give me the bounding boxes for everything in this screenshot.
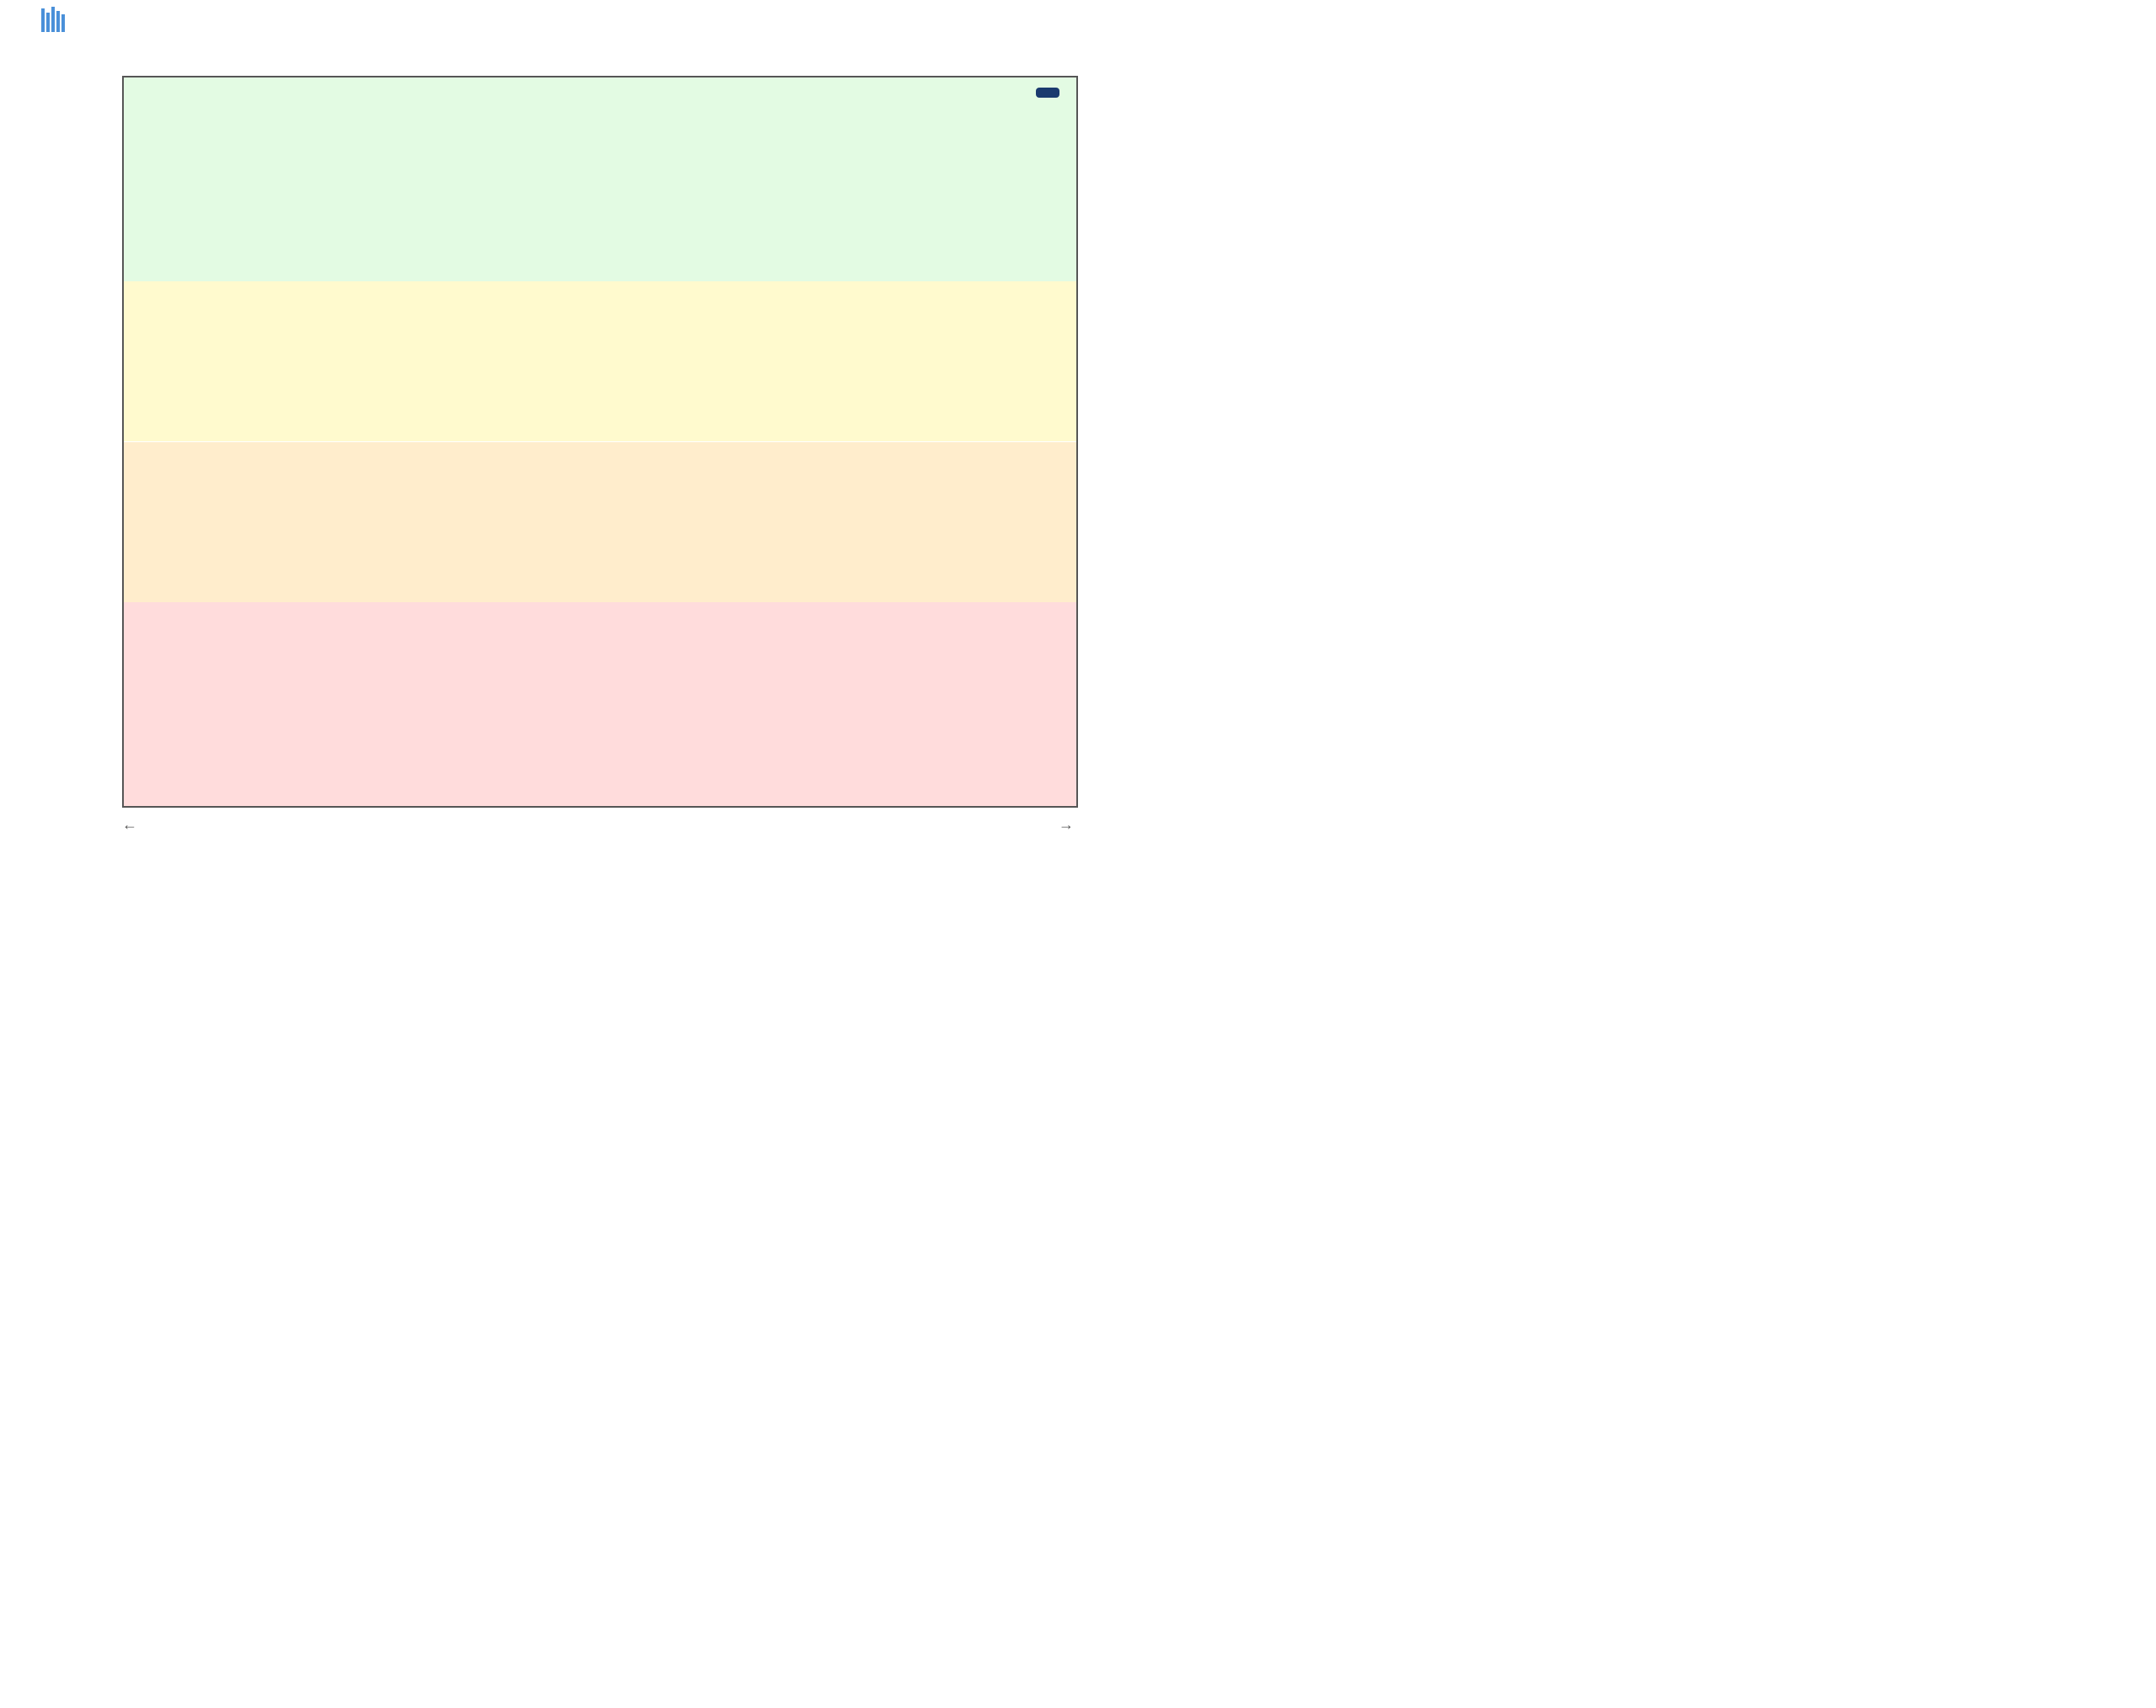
arrow-left-icon: ←: [122, 816, 137, 834]
col-headers: [122, 46, 1078, 76]
header: [0, 0, 1078, 46]
bottom-axis: ← →: [0, 808, 1078, 854]
band-red: [124, 602, 1076, 806]
logo-area: [8, 4, 101, 38]
podcasts-label: [1036, 88, 1059, 98]
chart-area: [122, 76, 1078, 808]
band-yellow: [124, 281, 1076, 441]
y-axis-title: [0, 76, 15, 808]
left-axis: [0, 76, 122, 808]
chart-container: ← →: [0, 0, 1078, 854]
band-green: [124, 77, 1076, 281]
logo-icon: [38, 4, 72, 34]
band-orange: [124, 442, 1076, 602]
arrow-right-icon: →: [1059, 816, 1074, 834]
